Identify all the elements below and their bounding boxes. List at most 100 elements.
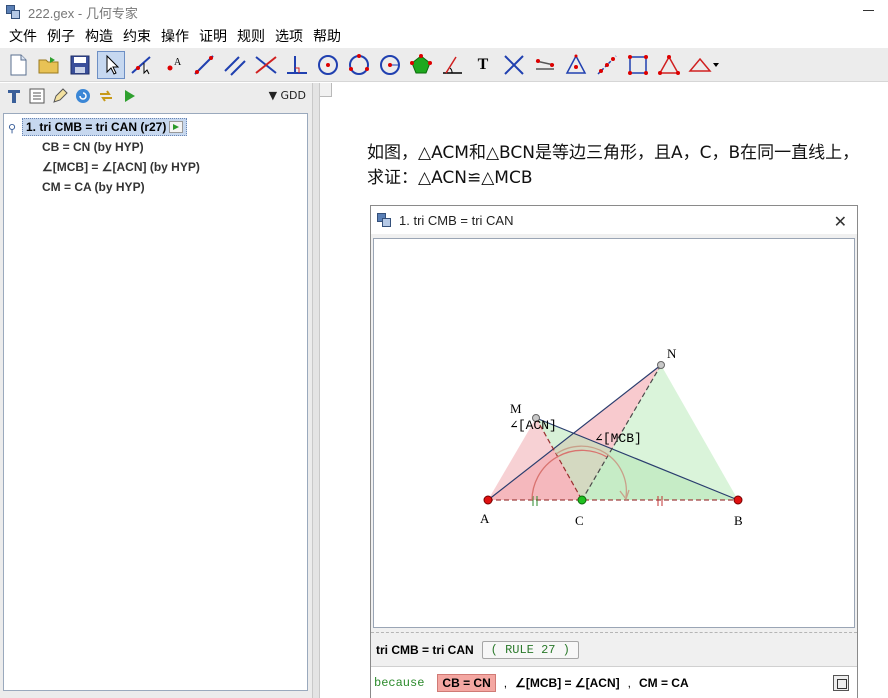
statement-text: tri CMB = tri CAN [376,643,474,657]
mirror-icon [535,58,555,70]
triangle-center-button[interactable] [562,51,590,79]
polygon-button[interactable] [407,51,435,79]
point-b[interactable] [733,495,743,505]
proof-swap-button[interactable] [96,86,116,106]
dialog-title-bar[interactable]: 1. tri CMB = tri CAN ✕ [371,206,857,234]
triangle-button[interactable] [655,51,683,79]
menu-construct[interactable]: 构造 [80,26,118,46]
angle-icon [443,56,462,74]
menu-help[interactable]: 帮助 [308,26,346,46]
circle-icon [318,54,338,75]
midpoint-button[interactable] [593,51,621,79]
menu-options[interactable]: 选项 [270,26,308,46]
problem-line-1: 如图，△ACM和△BCN是等边三角形，且A，C，B在同一直线上， [367,143,860,163]
menu-examples[interactable]: 例子 [42,26,80,46]
open-folder-icon [38,56,59,73]
condition-highlighted[interactable]: CB = CN [437,673,496,692]
intersection-button[interactable] [500,51,528,79]
point-n[interactable] [657,361,665,369]
select-button[interactable] [97,50,125,79]
window-title: 222.gex - 几何专家 [28,5,138,21]
save-button[interactable] [66,51,94,79]
proof-text-button[interactable] [4,86,24,106]
new-file-icon [10,54,27,75]
isosceles-dropdown-icon [688,57,719,72]
proof-root-label: 1. tri CMB = tri CAN (r27) [26,120,167,134]
menu-prove[interactable]: 证明 [194,26,232,46]
proof-step[interactable]: ∠[MCB] = ∠[ACN] (by HYP) [42,160,200,174]
perpendicular-cross-icon [255,55,277,74]
proof-panel: ▼ GDD ⚲ 1. tri CMB = tri CAN (r27) CB = … [0,83,312,698]
menu-rules[interactable]: 规则 [232,26,270,46]
mirror-button[interactable] [531,51,559,79]
dialog-separator [371,632,857,635]
new-file-button[interactable] [4,51,32,79]
perpendicular-button[interactable] [252,51,280,79]
gdd-dropdown[interactable]: ▼ GDD [269,89,306,102]
square-button[interactable] [624,51,652,79]
line-button[interactable] [190,51,218,79]
menu-constraint[interactable]: 约束 [118,26,156,46]
proof-step[interactable]: CM = CA (by HYP) [42,180,145,194]
perpendicular-foot-button[interactable] [283,51,311,79]
label-angle-mcb: ∠[MCB] [595,431,642,446]
proof-refresh-button[interactable] [73,86,93,106]
square-icon [628,54,648,75]
isosceles-dropdown-button[interactable] [686,51,722,79]
midpoint-icon [597,54,617,75]
menu-file[interactable]: 文件 [4,26,42,46]
because-row: because CB = CN , ∠[MCB] = ∠[ACN] , CM =… [371,666,857,698]
label-angle-acn: ∠[ACN] [510,418,557,433]
perpendicular-foot-icon [287,55,307,74]
condition[interactable]: CM = CA [639,676,689,690]
select-arrow-icon [106,54,120,75]
text-icon: T [477,55,489,73]
proof-list-button[interactable] [27,86,47,106]
text-button[interactable]: T [469,51,497,79]
circle-three-point-button[interactable] [345,51,373,79]
proof-toolbar [0,83,312,109]
label-n: N [667,346,677,361]
swap-icon [100,90,112,102]
figure-canvas[interactable]: A C B M N ∠[ACN] ∠[MCB] [373,238,855,628]
minimize-button[interactable] [863,10,874,11]
pin-icon: ⚲ [8,122,17,135]
proof-tree-root[interactable]: 1. tri CMB = tri CAN (r27) [22,118,188,136]
ruler-corner [320,83,332,97]
go-arrow-icon[interactable] [169,121,184,133]
parallel-line-icon [224,55,246,76]
rule-button[interactable]: ( RULE 27 ) [481,641,579,659]
proof-dialog: 1. tri CMB = tri CAN ✕ A C B M N ∠[ACN] … [370,205,858,698]
geometry-figure: A C B M N ∠[ACN] ∠[MCB] [480,346,743,528]
circle-center-button[interactable] [376,51,404,79]
main-toolbar: A T [0,48,888,82]
proof-edit-button[interactable] [50,86,70,106]
point-on-line-button[interactable] [128,51,156,79]
dialog-title: 1. tri CMB = tri CAN [399,212,514,228]
point-c[interactable] [577,495,587,505]
condition[interactable]: ∠[MCB] = ∠[ACN] [515,676,620,690]
separator: , [503,675,508,690]
point-a[interactable] [483,495,493,505]
proof-run-button[interactable] [119,86,139,106]
circle-button[interactable] [314,51,342,79]
angle-button[interactable] [438,51,466,79]
circle-center-icon [380,54,400,75]
line-icon [194,54,214,75]
parallel-line-button[interactable] [221,51,249,79]
point-button[interactable]: A [159,51,187,79]
maximize-icon[interactable] [833,675,849,691]
close-icon[interactable]: ✕ [834,212,847,231]
menu-bar: 文件 例子 构造 约束 操作 证明 规则 选项 帮助 [0,24,888,48]
open-button[interactable] [35,51,63,79]
proof-step[interactable]: CB = CN (by HYP) [42,140,144,154]
label-c: C [575,513,584,528]
split-divider[interactable] [312,83,320,698]
refresh-icon [76,89,90,103]
menu-action[interactable]: 操作 [156,26,194,46]
text-t-icon [8,90,20,103]
problem-line-2: 求证：△ACN≌△MCB [367,168,533,188]
proof-tree: ⚲ 1. tri CMB = tri CAN (r27) CB = CN (by… [3,113,308,691]
title-bar: 222.gex - 几何专家 [0,0,888,24]
svg-text:A: A [174,57,182,68]
